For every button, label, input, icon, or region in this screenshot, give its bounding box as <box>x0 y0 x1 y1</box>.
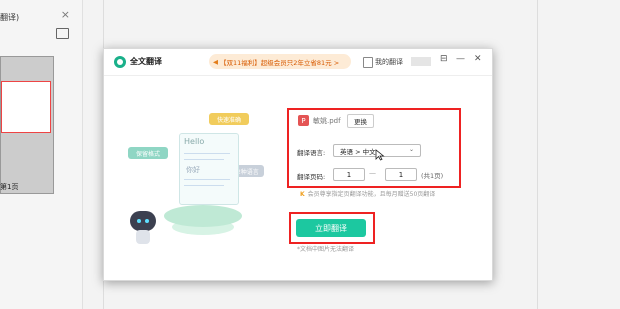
illustration: 快速准确 保留格式 72种语言 Hello 你好 <box>124 109 274 249</box>
file-name: 敏姚.pdf <box>313 117 341 125</box>
vip-note: K 会员尊享指定页翻译功能，且每月赠送50页翻译 <box>300 189 435 198</box>
full-text-translate-dialog: 全文翻译 ◀ 【双11福利】超级会员只2年立省81元 > 我的翻译 ⊟ — ✕ … <box>103 48 493 281</box>
dialog-header: 全文翻译 ◀ 【双11福利】超级会员只2年立省81元 > 我的翻译 ⊟ — ✕ <box>104 49 492 76</box>
paper-line <box>184 159 224 160</box>
minimize-button[interactable]: — <box>456 54 465 64</box>
robot-icon <box>130 211 156 231</box>
bubble-fast: 快速准确 <box>209 113 249 125</box>
document-icon[interactable] <box>363 57 373 68</box>
paper-line <box>184 185 224 186</box>
avatar[interactable] <box>411 57 431 66</box>
thumbnail-label: 第1页 <box>0 183 19 191</box>
page-to-input[interactable]: 1 <box>385 168 417 181</box>
language-value: 英语 > 中文 <box>340 147 376 156</box>
thumbnail-page <box>1 81 51 133</box>
robot-eye <box>145 219 149 223</box>
dialog-title: 全文翻译 <box>130 57 162 66</box>
bubble-format: 保留格式 <box>128 147 168 159</box>
promo-banner[interactable]: ◀ 【双11福利】超级会员只2年立省81元 > <box>209 54 351 69</box>
paper-line <box>184 153 230 154</box>
vip-note-text: 会员尊享指定页翻译功能，且每月赠送50页翻译 <box>307 191 436 198</box>
image-hint: *文档中图片无法翻译 <box>297 246 355 253</box>
left-panel: 翻译) × 第1页 <box>0 0 83 309</box>
language-label: 翻译语言: <box>297 149 326 157</box>
pages-label: 翻译页码: <box>297 173 326 181</box>
image-icon[interactable] <box>56 28 69 39</box>
panel-tab-label: 翻译) <box>0 12 20 22</box>
vip-icon: K <box>300 191 305 198</box>
hello-text: Hello <box>184 137 205 146</box>
pdf-file-icon: P <box>298 115 309 126</box>
app-logo-icon <box>114 56 126 68</box>
pin-icon[interactable]: ⊟ <box>440 54 448 64</box>
mouse-cursor-icon <box>375 149 385 161</box>
close-button[interactable]: ✕ <box>474 54 482 64</box>
paper-line <box>184 179 230 180</box>
page-total: (共1页) <box>421 172 444 180</box>
speaker-icon: ◀ <box>213 57 218 66</box>
promo-text: 【双11福利】超级会员只2年立省81元 > <box>220 58 340 67</box>
panel-tab[interactable]: 翻译) × <box>0 8 70 26</box>
page-from-input[interactable]: 1 <box>333 168 365 181</box>
page-range-dash: — <box>369 169 376 177</box>
divider <box>537 0 538 309</box>
close-icon[interactable]: × <box>61 8 70 21</box>
my-translations-link[interactable]: 我的翻译 <box>375 57 403 67</box>
platform-graphic <box>164 205 242 227</box>
robot-body <box>136 230 150 244</box>
robot-eye <box>137 219 141 223</box>
nihao-text: 你好 <box>186 166 200 174</box>
page-thumbnail[interactable] <box>0 56 54 194</box>
chevron-down-icon: ⌄ <box>408 146 414 153</box>
translate-now-button[interactable]: 立即翻译 <box>296 219 366 237</box>
change-file-button[interactable]: 更换 <box>347 114 374 128</box>
